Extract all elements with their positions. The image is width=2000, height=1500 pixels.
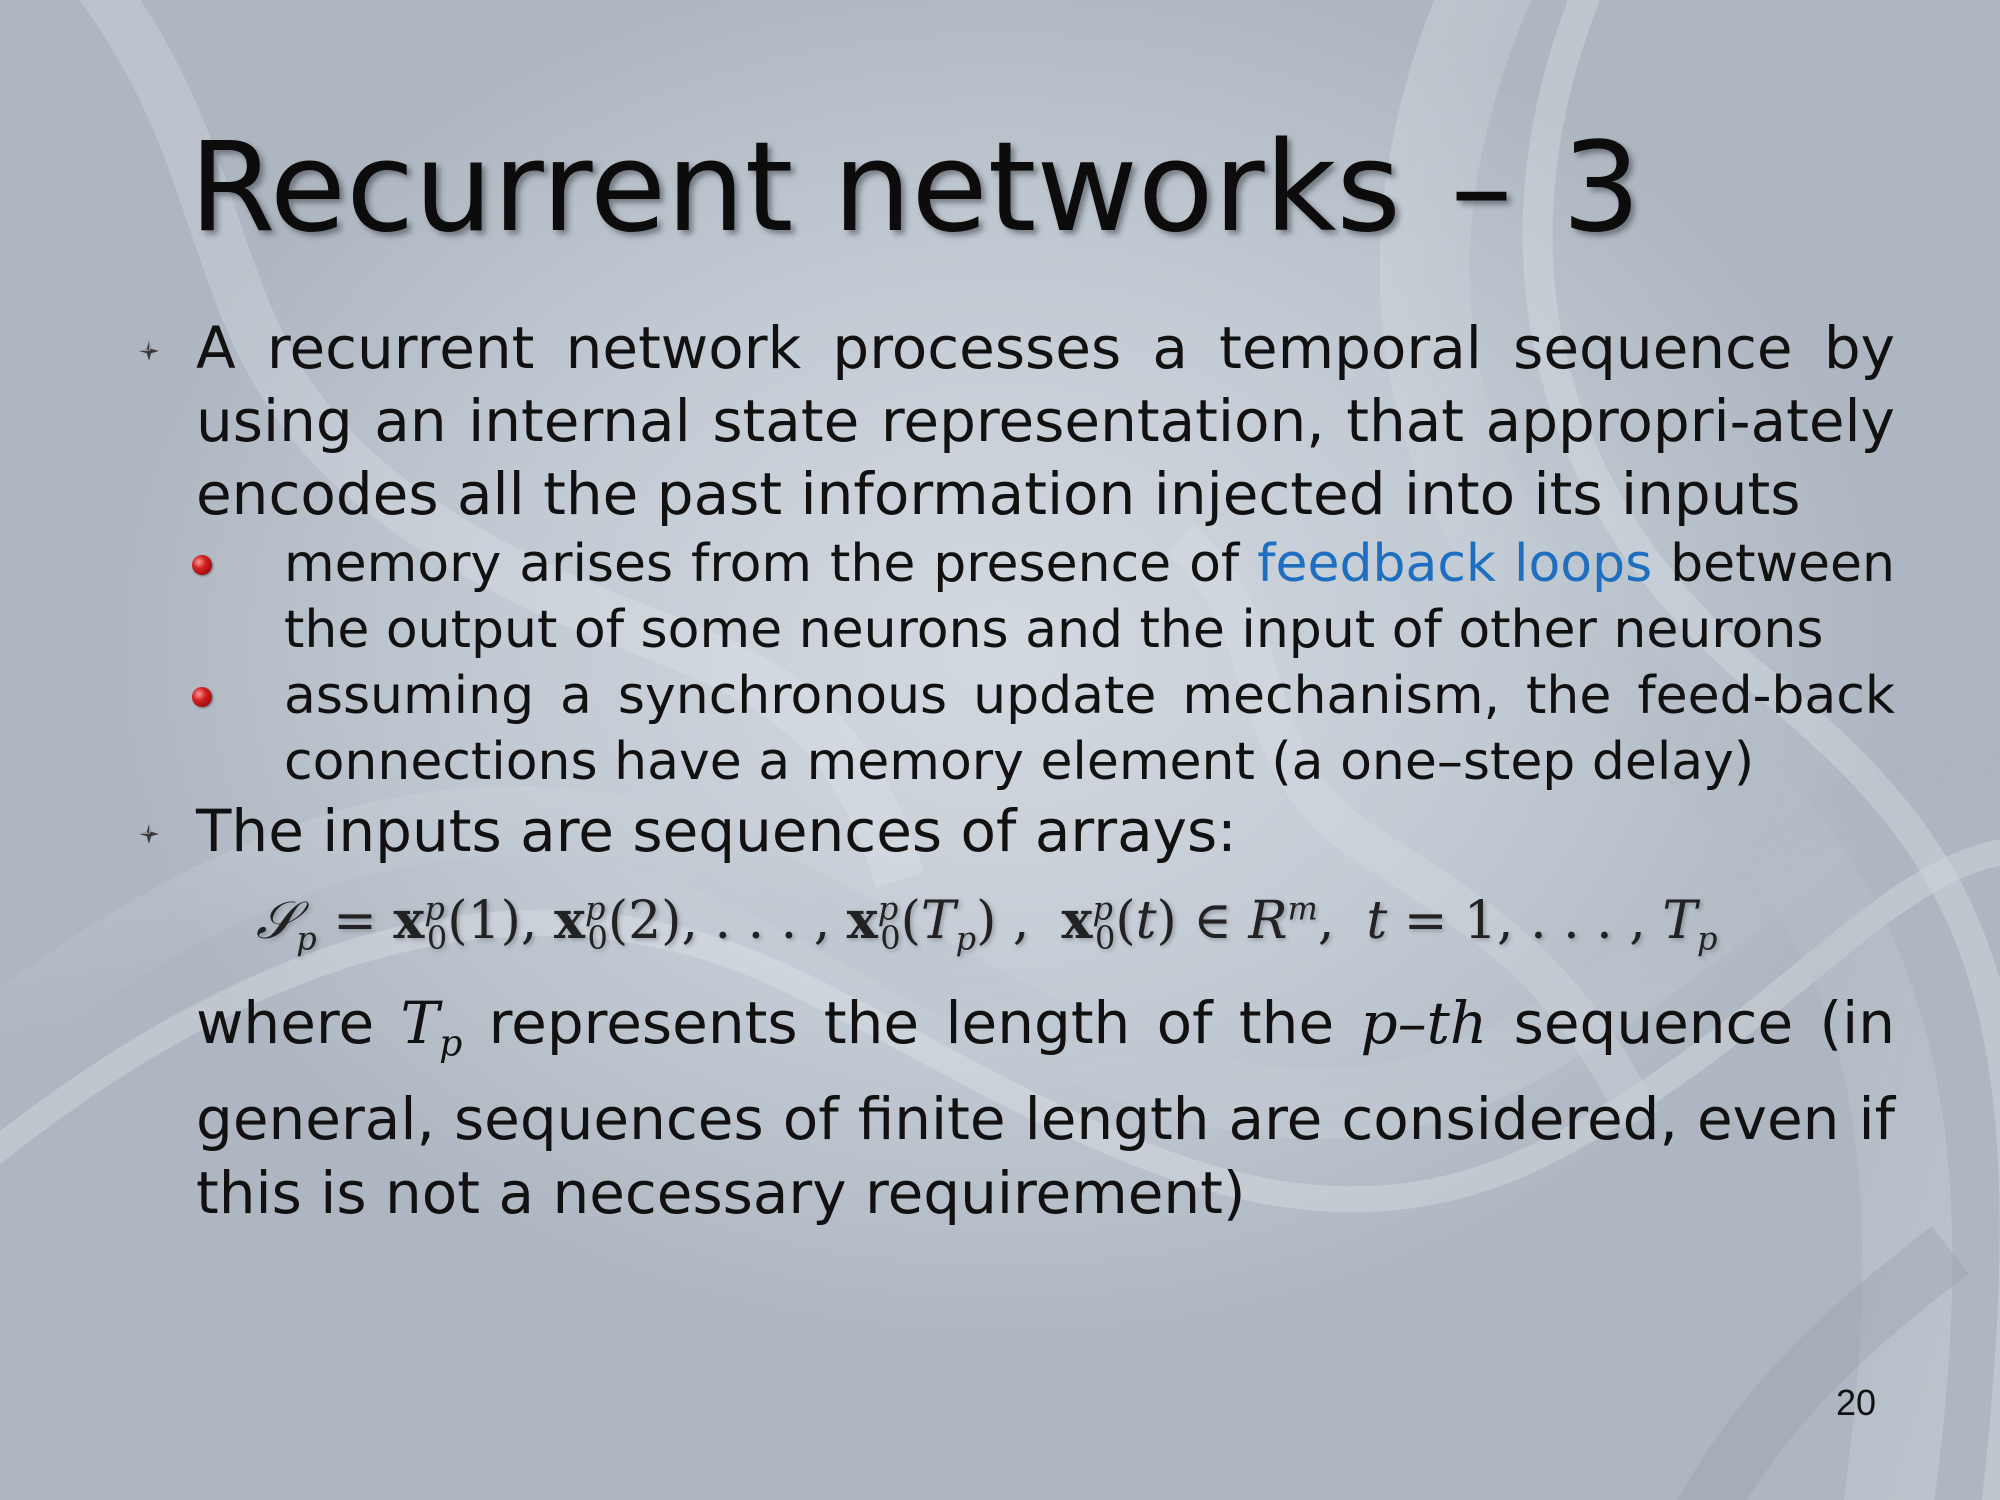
four-point-star-bullet-icon [139, 341, 159, 361]
formula-x1: x [393, 890, 425, 951]
formula-x4: x [1061, 890, 1093, 951]
red-sphere-bullet-icon [192, 687, 212, 707]
formula-sub-03: 0 [880, 919, 901, 958]
formula-sub-02: 0 [587, 919, 608, 958]
formula-T-sub: p [955, 919, 977, 958]
para-T-sub: p [439, 1023, 463, 1065]
sequence-formula: 𝒮p = xp0(1), xp0(2), . . . , xp0(Tp) , xp… [130, 878, 1895, 978]
sub-bullet-synchronous-update: assuming a synchronous update mechanism,… [192, 663, 1895, 795]
para-T-letter: T [400, 989, 440, 1057]
formula-t: t [1135, 891, 1157, 951]
formula-sub-04: 0 [1094, 919, 1116, 958]
formula-arg2: (2), . . . , [607, 891, 847, 951]
formula-x2: x [553, 890, 585, 951]
slide: Recurrent networks – 3 A recurrent netwo… [0, 0, 2000, 1500]
formula-x3: x [846, 890, 878, 951]
para-T: Tp [400, 989, 463, 1065]
slide-body: A recurrent network processes a temporal… [130, 312, 1895, 1230]
formula-range: = 1, . . . , [1387, 891, 1663, 951]
four-point-star-bullet-icon [139, 824, 159, 844]
bullet-recurrent-network: A recurrent network processes a temporal… [130, 312, 1895, 531]
page-number: 20 [1836, 1382, 1877, 1423]
sub-bullet-synchronous-update-text: assuming a synchronous update mechanism,… [284, 666, 1895, 792]
slide-title: Recurrent networks – 3 [0, 118, 1830, 258]
red-sphere-bullet-icon [192, 555, 212, 575]
formula-sub-p: p [296, 919, 317, 958]
formula-T-end-sub: p [1697, 919, 1718, 958]
feedback-loops-link[interactable]: feedback loops [1257, 534, 1652, 594]
sub-bullet-memory-text-start: memory arises from the presence of [284, 534, 1258, 594]
formula-equals: = [316, 891, 394, 951]
bullet-input-sequences-text: The inputs are sequences of arrays: [196, 797, 1237, 865]
slide-title-number: 3 [1561, 116, 1641, 260]
formula-sup-m: m [1287, 889, 1318, 928]
formula-paren-open: ( [900, 891, 921, 951]
para-after-T: represents the length of the [462, 989, 1361, 1057]
formula-T-end: T [1662, 891, 1697, 951]
slide-title-dash: – [1450, 116, 1513, 260]
formula-S: 𝒮 [256, 891, 297, 951]
formula-arg1: (1), [447, 891, 554, 951]
bullet-input-sequences: The inputs are sequences of arrays: [130, 795, 1895, 868]
sequence-length-paragraph: where Tp represents the length of the p–… [130, 986, 1895, 1230]
formula-paren-open2: ( [1115, 891, 1136, 951]
sequence-formula-expression: 𝒮p = xp0(1), xp0(2), . . . , xp0(Tp) , xp… [256, 889, 1717, 954]
formula-paren-close: ) , [976, 891, 1030, 951]
formula-T: T [920, 891, 956, 951]
sub-bullet-list: memory arises from the presence of feedb… [130, 531, 1895, 795]
formula-element-of: ) ∈ [1156, 891, 1249, 951]
para-p-th: p–th [1360, 989, 1488, 1057]
para-where: where [196, 989, 401, 1057]
slide-title-text: Recurrent networks [189, 116, 1402, 260]
formula-t2: t [1366, 891, 1388, 951]
bullet-recurrent-network-text: A recurrent network processes a temporal… [196, 314, 1895, 528]
formula-R: R [1248, 891, 1288, 951]
sub-bullet-memory: memory arises from the presence of feedb… [192, 531, 1895, 663]
formula-comma: , [1317, 891, 1335, 951]
formula-sub-01: 0 [426, 919, 448, 958]
